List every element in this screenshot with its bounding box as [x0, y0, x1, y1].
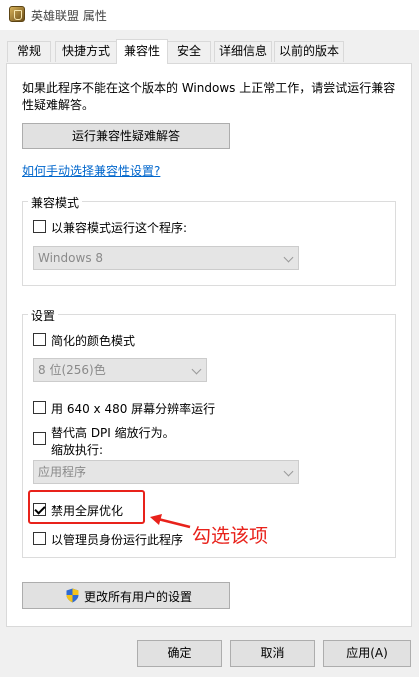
chevron-down-icon — [283, 466, 294, 477]
highlight-box — [28, 490, 145, 524]
reduced-color-label: 简化的颜色模式 — [51, 334, 136, 348]
reduced-color-checkbox[interactable] — [33, 333, 46, 346]
chevron-down-icon — [191, 364, 202, 375]
change-all-users-label: 更改所有用户的设置 — [84, 590, 193, 604]
run-as-admin-checkbox[interactable] — [33, 532, 46, 545]
dpi-scaling-value: 应用程序 — [38, 465, 87, 479]
compat-mode-group-label: 兼容模式 — [28, 194, 83, 211]
res-640-label: 用 640 x 480 屏幕分辨率运行 — [51, 402, 216, 416]
dpi-override-label: 替代高 DPI 缩放行为。 — [51, 426, 175, 440]
compat-mode-group — [22, 201, 396, 286]
compat-os-value: Windows 8 — [38, 251, 104, 265]
tab-shortcut[interactable]: 快捷方式 — [55, 41, 117, 62]
compat-mode-label: 以兼容模式运行这个程序: — [51, 221, 188, 235]
dpi-scaling-select[interactable]: 应用程序 — [33, 460, 299, 484]
dpi-override-checkbox[interactable] — [33, 432, 46, 445]
tab-details[interactable]: 详细信息 — [214, 41, 272, 62]
ok-button[interactable]: 确定 — [137, 640, 222, 667]
color-depth-select[interactable]: 8 位(256)色 — [33, 358, 207, 382]
title-bar: 英雄联盟 属性 — [0, 0, 419, 30]
troubleshooter-button[interactable]: 运行兼容性疑难解答 — [22, 123, 230, 149]
annotation-text: 勾选该项 — [192, 525, 269, 547]
res-640-checkbox[interactable] — [33, 401, 46, 414]
compat-os-select[interactable]: Windows 8 — [33, 246, 299, 270]
lol-icon — [9, 6, 25, 22]
cancel-button[interactable]: 取消 — [230, 640, 315, 667]
settings-group-label: 设置 — [28, 307, 59, 324]
tab-previous-versions[interactable]: 以前的版本 — [274, 41, 344, 62]
window-title: 英雄联盟 属性 — [31, 9, 107, 23]
chevron-down-icon — [283, 252, 294, 263]
change-all-users-button[interactable]: 更改所有用户的设置 — [22, 582, 230, 609]
manual-settings-link[interactable]: 如何手动选择兼容性设置? — [22, 162, 160, 179]
dpi-scaling-label: 缩放执行: — [51, 443, 104, 457]
compat-mode-checkbox[interactable] — [33, 220, 46, 233]
color-depth-value: 8 位(256)色 — [38, 363, 106, 377]
run-as-admin-label: 以管理员身份运行此程序 — [51, 533, 184, 547]
compat-description: 如果此程序不能在这个版本的 Windows 上正常工作，请尝试运行兼容性疑难解答… — [22, 81, 396, 112]
red-arrow-icon — [150, 514, 191, 529]
tab-security[interactable]: 安全 — [167, 41, 211, 62]
shield-icon — [66, 588, 79, 603]
apply-button[interactable]: 应用(A) — [323, 640, 411, 667]
tab-compatibility[interactable]: 兼容性 — [116, 39, 168, 64]
tab-general[interactable]: 常规 — [7, 41, 51, 62]
